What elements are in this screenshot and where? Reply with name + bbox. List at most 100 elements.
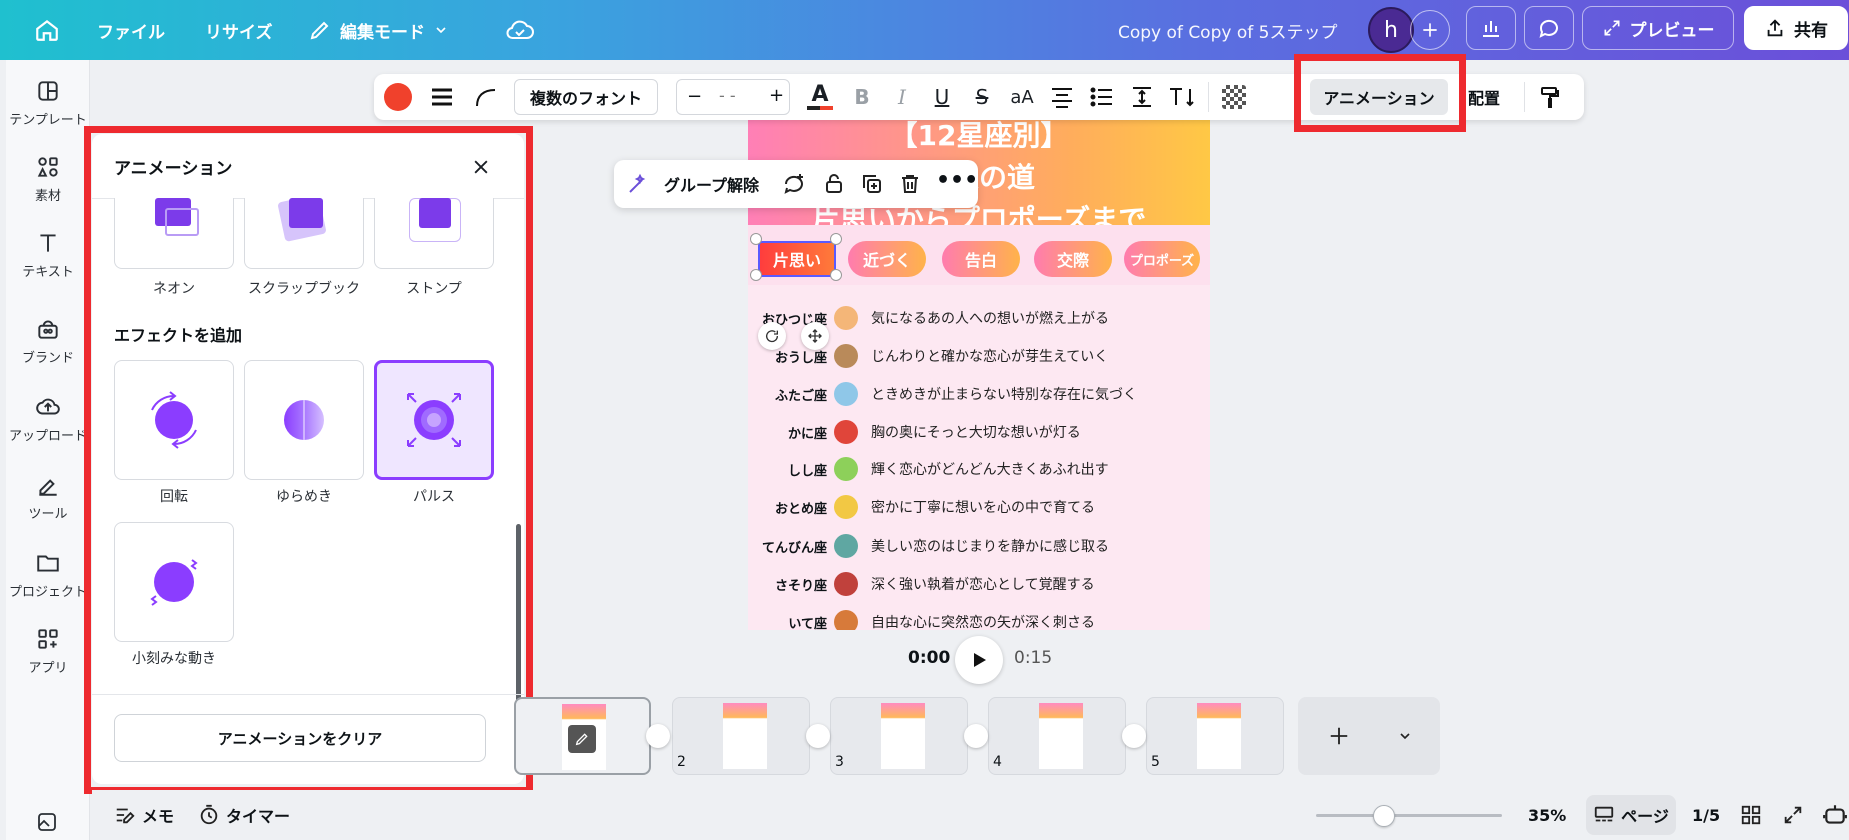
font-family-dropdown[interactable]: 複数のフォント bbox=[514, 79, 658, 115]
strikethrough-icon[interactable]: S bbox=[968, 74, 996, 120]
effect-label: ゆらめき bbox=[276, 489, 332, 505]
page-thumbnail[interactable]: 3 bbox=[830, 697, 968, 775]
animation-button[interactable]: アニメーション bbox=[1310, 79, 1448, 115]
text-direction-icon[interactable] bbox=[1168, 85, 1196, 109]
sidebar-item-tools[interactable]: ツール bbox=[6, 472, 90, 522]
comment-add-icon[interactable] bbox=[782, 172, 806, 196]
clear-animation-button[interactable]: アニメーションをクリア bbox=[114, 714, 486, 762]
cloud-sync-button[interactable] bbox=[505, 0, 535, 60]
left-sidebar: テンプレート 素材 テキスト ブランド アップロード ツール プロジェクト アプ… bbox=[6, 60, 90, 840]
transition-icon[interactable] bbox=[806, 724, 830, 748]
add-page-button[interactable] bbox=[1318, 715, 1360, 757]
zoom-slider-thumb[interactable] bbox=[1373, 805, 1395, 827]
avatar[interactable]: h bbox=[1368, 7, 1414, 53]
edit-mode-dropdown[interactable]: 編集モード bbox=[308, 0, 449, 60]
transition-icon[interactable] bbox=[964, 724, 988, 748]
file-menu[interactable]: ファイル bbox=[97, 0, 165, 60]
transition-icon[interactable] bbox=[646, 724, 670, 748]
step-pill[interactable]: 告白 bbox=[942, 241, 1020, 277]
sidebar-item-upload[interactable]: アップロード bbox=[6, 394, 90, 444]
section-title: エフェクトを追加 bbox=[114, 326, 243, 345]
effect-card-rotate[interactable] bbox=[114, 360, 234, 480]
corner-rounding-icon[interactable] bbox=[474, 86, 498, 108]
ungroup-button[interactable]: グループ解除 bbox=[664, 160, 759, 208]
transparency-icon[interactable] bbox=[1222, 85, 1246, 109]
step-pill[interactable]: プロポーズ bbox=[1124, 241, 1200, 277]
anim-card-stomp[interactable] bbox=[374, 198, 494, 269]
edit-page-icon[interactable] bbox=[568, 725, 596, 753]
preview-button[interactable]: プレビュー bbox=[1582, 6, 1734, 50]
effect-card-pulse[interactable] bbox=[374, 360, 494, 480]
play-button[interactable] bbox=[955, 636, 1003, 684]
sidebar-item-text[interactable]: テキスト bbox=[6, 230, 90, 280]
page-count[interactable]: 1/5 bbox=[1692, 790, 1720, 840]
share-button[interactable]: 共有 bbox=[1744, 6, 1848, 50]
character-icon bbox=[834, 306, 858, 330]
anim-card-neon[interactable] bbox=[114, 198, 234, 269]
page-options-button[interactable] bbox=[1390, 721, 1420, 751]
duplicate-icon[interactable] bbox=[860, 172, 884, 196]
paint-roller-icon[interactable] bbox=[1538, 85, 1562, 109]
resize-menu[interactable]: リサイズ bbox=[205, 0, 273, 60]
sign-label: てんびん座 bbox=[761, 540, 827, 556]
step-pill[interactable]: 交際 bbox=[1034, 241, 1112, 277]
assistant-icon[interactable] bbox=[1822, 802, 1848, 828]
page-thumbnail[interactable] bbox=[514, 697, 651, 775]
comment-button[interactable] bbox=[1524, 6, 1574, 50]
font-size-increase[interactable]: + bbox=[769, 85, 784, 106]
zoom-slider[interactable] bbox=[1316, 814, 1502, 817]
zoom-level[interactable]: 35% bbox=[1528, 790, 1566, 840]
position-button[interactable]: 配置 bbox=[1468, 74, 1500, 120]
character-icon bbox=[834, 495, 858, 519]
page-thumbnail[interactable]: 2 bbox=[672, 697, 810, 775]
anim-card-scrapbook[interactable] bbox=[244, 198, 364, 269]
close-button[interactable] bbox=[466, 152, 496, 182]
list-icon[interactable] bbox=[1090, 86, 1114, 108]
notes-icon bbox=[116, 808, 135, 824]
border-style-icon[interactable] bbox=[430, 86, 454, 108]
magic-media-icon[interactable] bbox=[35, 810, 59, 838]
selection-handles[interactable] bbox=[750, 233, 842, 281]
close-icon bbox=[474, 160, 488, 174]
font-size-decrease[interactable]: − bbox=[687, 86, 702, 107]
table-row: てんびん座 美しい恋のはじまりを静かに感じ取る bbox=[748, 531, 1210, 561]
transition-icon[interactable] bbox=[1122, 724, 1146, 748]
pages-view-button[interactable]: ページ bbox=[1586, 795, 1676, 835]
italic-icon[interactable]: I bbox=[888, 74, 916, 120]
color-swatch[interactable] bbox=[384, 83, 412, 111]
effect-card-wiggle[interactable] bbox=[114, 522, 234, 642]
notes-button[interactable]: メモ bbox=[114, 790, 174, 840]
invite-button[interactable] bbox=[1410, 10, 1450, 50]
underline-icon[interactable]: U bbox=[928, 74, 956, 120]
effect-card-flicker[interactable] bbox=[244, 360, 364, 480]
more-options-icon[interactable]: ••• bbox=[936, 168, 978, 193]
page-thumbnail[interactable]: 5 bbox=[1146, 697, 1284, 775]
bold-icon[interactable]: B bbox=[848, 74, 876, 120]
sidebar-item-apps[interactable]: アプリ bbox=[6, 626, 90, 676]
line-spacing-icon[interactable] bbox=[1130, 85, 1154, 109]
sign-label: いて座 bbox=[788, 616, 827, 631]
rotate-handle[interactable] bbox=[758, 322, 786, 350]
move-handle[interactable] bbox=[801, 322, 829, 350]
timer-button[interactable]: タイマー bbox=[198, 790, 290, 840]
insights-button[interactable] bbox=[1466, 6, 1516, 50]
unlock-icon[interactable] bbox=[822, 172, 846, 196]
sidebar-item-brand[interactable]: ブランド bbox=[6, 316, 90, 366]
text-color-button[interactable]: A bbox=[804, 74, 836, 120]
align-center-icon[interactable] bbox=[1050, 86, 1074, 108]
magic-wand-icon[interactable] bbox=[626, 172, 650, 196]
fullscreen-icon[interactable] bbox=[1782, 804, 1804, 826]
page-thumbnail[interactable]: 4 bbox=[988, 697, 1126, 775]
sidebar-item-templates[interactable]: テンプレート bbox=[6, 78, 90, 128]
row-text: 深く強い執着が恋心として覚醒する bbox=[871, 577, 1095, 593]
elements-icon bbox=[37, 157, 58, 177]
grid-view-icon[interactable] bbox=[1740, 804, 1762, 826]
step-pill[interactable]: 近づく bbox=[848, 241, 926, 277]
home-button[interactable] bbox=[34, 0, 60, 60]
case-icon[interactable]: aA bbox=[1006, 74, 1038, 120]
sidebar-item-elements[interactable]: 素材 bbox=[6, 154, 90, 204]
document-title[interactable]: Copy of Copy of 5ステップ bbox=[1118, 0, 1337, 60]
sidebar-item-projects[interactable]: プロジェクト bbox=[6, 550, 90, 600]
trash-icon[interactable] bbox=[898, 172, 922, 196]
font-size-value[interactable]: - - bbox=[719, 86, 736, 105]
